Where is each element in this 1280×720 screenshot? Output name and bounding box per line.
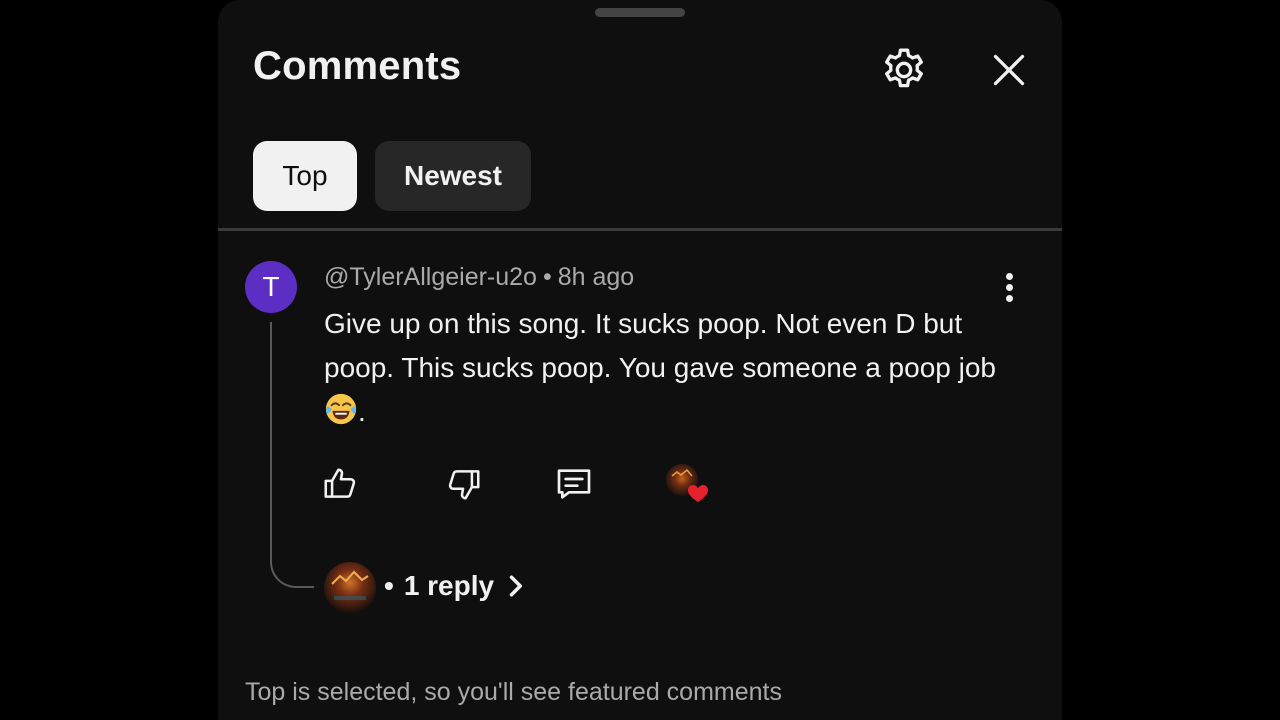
- drag-handle[interactable]: [595, 8, 685, 17]
- chevron-right-icon: [509, 575, 523, 597]
- sort-chip-top[interactable]: Top: [253, 141, 357, 211]
- meta-separator: •: [542, 263, 552, 291]
- creator-avatar-icon: [666, 464, 708, 502]
- reply-button[interactable]: [552, 462, 596, 506]
- close-icon: [993, 54, 1025, 86]
- comment-body: Give up on this song. It sucks poop. Not…: [324, 308, 996, 383]
- dot: [1005, 294, 1013, 302]
- comments-panel: Comments Top Newest T @TylerAllgeier-u2o…: [218, 0, 1062, 720]
- header-divider: [218, 228, 1062, 231]
- creator-heart[interactable]: [662, 462, 712, 506]
- gear-icon: [885, 48, 923, 88]
- author-handle[interactable]: @TylerAllgeier-u2o: [324, 263, 537, 291]
- reply-avatar-image: [324, 562, 376, 614]
- like-button[interactable]: [318, 462, 362, 506]
- dot: [1005, 283, 1013, 291]
- comment-body-end: .: [358, 396, 366, 427]
- heart-icon: [688, 485, 708, 502]
- view-replies-button[interactable]: • 1 reply: [384, 570, 526, 602]
- comment-time: 8h ago: [557, 263, 635, 291]
- reply-author-avatar[interactable]: [324, 562, 376, 614]
- settings-button[interactable]: [876, 42, 932, 98]
- dislike-button[interactable]: [442, 462, 486, 506]
- face-with-tears-of-joy-icon: [325, 393, 357, 425]
- comment-text: Give up on this song. It sucks poop. Not…: [324, 302, 1004, 434]
- comment-icon: [557, 469, 591, 499]
- dot: [1005, 272, 1013, 280]
- comment-meta: @TylerAllgeier-u2o • 8h ago: [324, 263, 634, 292]
- avatar-letter: T: [262, 271, 280, 302]
- panel-title: Comments: [253, 44, 462, 88]
- thumb-down-icon: [448, 470, 480, 500]
- author-avatar[interactable]: T: [245, 261, 297, 313]
- replies-count: 1 reply: [403, 570, 495, 601]
- thumb-up-icon: [324, 468, 356, 498]
- sort-info-note: Top is selected, so you'll see featured …: [245, 678, 782, 706]
- close-button[interactable]: [981, 42, 1037, 98]
- replies-bullet: •: [384, 570, 394, 601]
- thread-connector-line: [270, 322, 314, 588]
- sort-chip-newest[interactable]: Newest: [375, 141, 531, 211]
